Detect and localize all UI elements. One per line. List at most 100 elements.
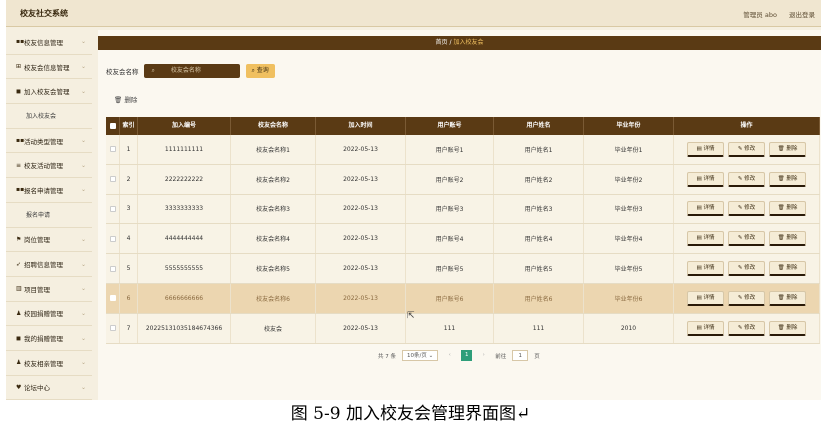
row-checkbox[interactable] bbox=[109, 265, 116, 272]
row-checkbox[interactable] bbox=[109, 295, 116, 302]
header-grad-year: 毕业年份 bbox=[584, 117, 674, 135]
sidebar-item[interactable]: ▥ 项目管理 ⌄ bbox=[6, 277, 92, 302]
cell-join-time: 2022-05-13 bbox=[316, 164, 406, 194]
row-checkbox[interactable] bbox=[109, 205, 116, 212]
sidebar-item[interactable]: ≡ 校友活动管理 ⌄ bbox=[6, 153, 92, 179]
cell-grad-year: 毕业年份4 bbox=[584, 224, 674, 254]
cell-actions: ▤ 详情 ✎ 修改 🗑 删除 bbox=[674, 135, 820, 164]
batch-delete-button[interactable]: 🗑 删除 bbox=[114, 94, 137, 104]
row-checkbox[interactable] bbox=[109, 235, 116, 242]
edit-button[interactable]: ✎ 修改 bbox=[728, 171, 765, 187]
sidebar-item[interactable]: ◼ 加入校友会管理 ⌄ bbox=[6, 79, 92, 105]
cell-join-no: 1111111111 bbox=[138, 135, 231, 164]
detail-button[interactable]: ▤ 详情 bbox=[687, 201, 724, 217]
table-row[interactable]: 2 2222222222 校友会名称2 2022-05-13 用户账号2 用户姓名2 毕业年… bbox=[106, 164, 820, 195]
sidebar-item[interactable]: ⚑ 岗位管理 ⌄ bbox=[6, 228, 92, 253]
cell-join-time: 2022-05-13 bbox=[316, 194, 406, 224]
sidebar-item[interactable]: ▪▪ 活动类型管理 ⌄ bbox=[6, 129, 92, 154]
chevron-down-icon: ⌄ bbox=[428, 353, 434, 359]
sidebar-item[interactable]: ♥ 论坛中心 ⌄ bbox=[6, 376, 92, 401]
sidebar-item[interactable]: ◼ 我的捐赠管理 ⌄ bbox=[6, 326, 92, 351]
select-all-cell bbox=[106, 117, 120, 135]
sidebar-item[interactable]: 加入校友会 bbox=[6, 104, 92, 129]
action-label: 修改 bbox=[744, 294, 756, 301]
edit-button[interactable]: ✎ 修改 bbox=[728, 231, 765, 247]
row-checkbox[interactable] bbox=[109, 146, 116, 153]
send-icon: ➶ bbox=[16, 260, 22, 268]
select-all-checkbox[interactable] bbox=[109, 123, 116, 129]
building-icon: ◼ bbox=[16, 87, 21, 95]
query-button[interactable]: ⌕ 查询 bbox=[245, 64, 275, 78]
chevron-down-icon: ⌄ bbox=[80, 63, 86, 71]
sidebar-item-label: 校园捐赠管理 bbox=[24, 310, 63, 319]
sidebar-item-label: 招聘信息管理 bbox=[24, 261, 63, 270]
table-row[interactable]: 4 4444444444 校友会名称4 2022-05-13 用户账号4 用户姓名4 毕业年… bbox=[106, 224, 820, 255]
logout-link[interactable]: 退出登录 bbox=[789, 11, 815, 19]
edit-button[interactable]: ✎ 修改 bbox=[728, 320, 765, 336]
sidebar-item-label: 校友信息管理 bbox=[24, 38, 63, 47]
breadcrumb-home[interactable]: 首页 bbox=[436, 39, 448, 46]
page-size-select[interactable]: 10条/页 ⌄ bbox=[402, 350, 439, 361]
action-label: 修改 bbox=[744, 324, 756, 331]
cell-actions: ▤ 详情 ✎ 修改 🗑 删除 bbox=[674, 164, 820, 194]
delete-button[interactable]: 🗑 删除 bbox=[769, 201, 806, 217]
cell-user-name: 用户姓名5 bbox=[494, 254, 584, 283]
action-label: 详情 bbox=[703, 324, 715, 331]
header-join-time: 加入时间 bbox=[316, 117, 406, 135]
row-select-cell bbox=[106, 135, 120, 164]
sidebar-item[interactable]: ▪▪ 校友信息管理 ⌄ bbox=[6, 30, 92, 55]
detail-button[interactable]: ▤ 详情 bbox=[687, 261, 724, 277]
edit-button[interactable]: ✎ 修改 bbox=[728, 141, 765, 157]
next-page-button[interactable]: › bbox=[478, 350, 489, 361]
user-icon: ♟ bbox=[16, 359, 22, 367]
breadcrumb-separator: / bbox=[449, 39, 452, 46]
row-select-cell bbox=[106, 283, 120, 313]
cell-index: 5 bbox=[120, 254, 138, 283]
edit-button[interactable]: ✎ 修改 bbox=[728, 261, 765, 277]
sidebar-item[interactable]: ♟ 校园捐赠管理 ⌄ bbox=[6, 302, 92, 327]
detail-button[interactable]: ▤ 详情 bbox=[687, 141, 724, 157]
sidebar-item-label: 加入校友会 bbox=[26, 113, 57, 121]
chevron-down-icon: ⌄ bbox=[80, 383, 86, 391]
delete-button[interactable]: 🗑 删除 bbox=[769, 320, 806, 336]
detail-button[interactable]: ▤ 详情 bbox=[687, 231, 724, 247]
edit-button[interactable]: ✎ 修改 bbox=[728, 201, 765, 217]
cell-user-account: 用户账号1 bbox=[406, 135, 494, 164]
delete-button[interactable]: 🗑 删除 bbox=[769, 290, 806, 306]
row-checkbox[interactable] bbox=[109, 325, 116, 332]
sidebar-item[interactable]: ♟ 校友相亲管理 ⌄ bbox=[6, 351, 92, 376]
list-icon: ≡ bbox=[16, 161, 22, 169]
detail-button[interactable]: ▤ 详情 bbox=[687, 290, 724, 306]
chevron-down-icon: ⌄ bbox=[80, 38, 86, 46]
table-row[interactable]: 6 6666666666 校友会名称6 2022-05-13 用户账号6 用户姓名6 毕业年… bbox=[106, 283, 820, 314]
table-row[interactable]: 5 5555555555 校友会名称5 2022-05-13 用户账号5 用户姓名5 毕业年… bbox=[106, 254, 820, 284]
current-page[interactable]: 1 bbox=[461, 350, 473, 361]
prev-page-button[interactable]: ‹ bbox=[444, 350, 455, 361]
delete-button[interactable]: 🗑 删除 bbox=[769, 171, 806, 187]
sidebar-item[interactable]: ⊞ 校友会信息管理 ⌄ bbox=[6, 55, 92, 80]
delete-button[interactable]: 🗑 删除 bbox=[769, 231, 806, 247]
sidebar-item[interactable]: ▪▪ 报名申请管理 ⌄ bbox=[6, 178, 92, 203]
cell-index: 6 bbox=[120, 283, 138, 313]
cell-join-no: 6666666666 bbox=[138, 283, 231, 313]
table-body: 1 1111111111 校友会名称1 2022-05-13 用户账号1 用户姓名1 毕业年… bbox=[106, 135, 820, 344]
pagination: 共 7 条 10条/页 ⌄ ‹ 1 › 前往 1 页 bbox=[378, 350, 540, 361]
table-row[interactable]: 7 20225131035184674366 校友会 2022-05-13 111 111… bbox=[106, 313, 820, 344]
query-button-label: 查询 bbox=[256, 67, 269, 74]
detail-button[interactable]: ▤ 详情 bbox=[687, 320, 724, 336]
sidebar-item[interactable]: ➶ 招聘信息管理 ⌄ bbox=[6, 252, 92, 277]
delete-button[interactable]: 🗑 删除 bbox=[769, 141, 806, 157]
table-row[interactable]: 3 3333333333 校友会名称3 2022-05-13 用户账号3 用户姓名3 毕业年… bbox=[106, 194, 820, 225]
sidebar-item[interactable]: 报名申请 bbox=[6, 203, 92, 228]
row-checkbox[interactable] bbox=[109, 176, 116, 183]
table-row[interactable]: 1 1111111111 校友会名称1 2022-05-13 用户账号1 用户姓名1 毕业年… bbox=[106, 135, 820, 165]
search-input[interactable]: ⌕ 校友会名称 bbox=[143, 64, 240, 78]
cell-actions: ▤ 详情 ✎ 修改 🗑 删除 bbox=[674, 313, 820, 343]
chart-icon: ▥ bbox=[16, 285, 22, 293]
delete-button[interactable]: 🗑 删除 bbox=[769, 261, 806, 277]
action-label: 修改 bbox=[744, 235, 756, 242]
action-label: 详情 bbox=[703, 294, 715, 301]
goto-input[interactable]: 1 bbox=[512, 350, 529, 361]
detail-button[interactable]: ▤ 详情 bbox=[687, 171, 724, 187]
edit-button[interactable]: ✎ 修改 bbox=[728, 290, 765, 306]
